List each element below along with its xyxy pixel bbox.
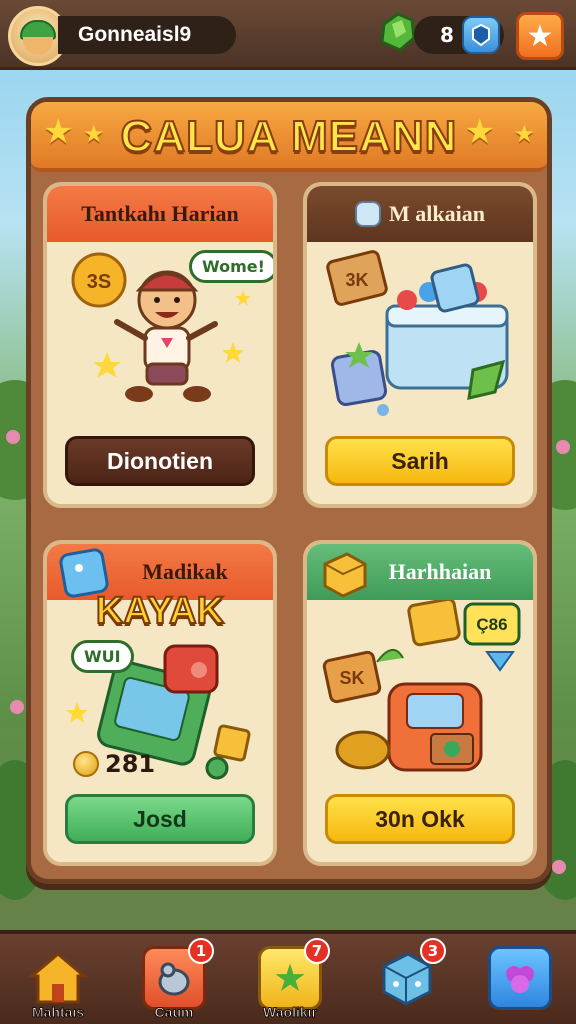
- daily-task-button[interactable]: Dionotien: [65, 436, 255, 486]
- svg-text:3K: 3K: [345, 270, 368, 290]
- player-name: Gonneaiѕl9: [78, 23, 192, 46]
- treasure-box-illustration: 3K: [307, 242, 533, 428]
- star-icon: ★: [464, 112, 495, 152]
- promo-button[interactable]: Josd: [65, 794, 255, 844]
- items-button[interactable]: Sarih: [325, 436, 515, 486]
- notification-badge: 3: [420, 938, 446, 964]
- main-panel: ★ ★ CALUA MEANN ★ ★ Tantkahı Harian 3S W…: [26, 97, 552, 884]
- star-icon: ★: [526, 18, 554, 54]
- card-header: Tantkahı Harian: [47, 186, 273, 242]
- speech-bubble: Wome!: [189, 250, 273, 283]
- svg-text:Ç86: Ç86: [476, 615, 507, 634]
- items-card[interactable]: M alkaian 3K Sarih: [303, 182, 537, 508]
- speech-bubble: WUI: [71, 640, 134, 673]
- svg-text:3S: 3S: [87, 271, 111, 293]
- gold-cube-icon: [323, 552, 367, 598]
- card-title: Tantkahı Harian: [81, 201, 239, 226]
- add-currency-button[interactable]: [462, 16, 500, 54]
- card-title: M alkaian: [389, 201, 485, 226]
- bottom-nav: Mahtaıs 1 Caum ★ 7 Waolikır 3: [0, 930, 576, 1024]
- notification-badge: 1: [188, 938, 214, 964]
- nav-label: Mahtaıs: [31, 1004, 85, 1021]
- rewards-button[interactable]: 30n Okk: [325, 794, 515, 844]
- nav-item-dice[interactable]: 3: [368, 938, 446, 1022]
- nav-label: Waolikır: [263, 1004, 318, 1021]
- svg-text:SK: SK: [339, 668, 364, 688]
- card-header: M alkaian: [307, 186, 533, 242]
- card-title: Madikak: [142, 559, 228, 584]
- star-icon: ★: [513, 120, 535, 148]
- notification-badge: 7: [304, 938, 330, 964]
- nav-label: Caum: [154, 1004, 194, 1021]
- nav-item-home[interactable]: Mahtaıs: [20, 944, 96, 1022]
- plus-gem-icon: [472, 23, 490, 47]
- currency-value: 8: [440, 23, 454, 47]
- machine-illustration: Ç86 SK: [307, 597, 533, 786]
- promo-card[interactable]: Madikak KAYAK WUI 281 Josd: [43, 540, 277, 866]
- nav-item-quests[interactable]: ★ 7 Waolikır: [252, 938, 330, 1022]
- green-gem-icon: [380, 12, 416, 52]
- sun-badge-icon: 3S: [71, 252, 127, 308]
- daily-task-card[interactable]: Tantkahı Harian 3S Wome! Dionotien: [43, 182, 277, 508]
- nav-item-shop[interactable]: [482, 944, 558, 1022]
- coin-icon: [73, 751, 99, 777]
- candy-icon: [488, 946, 552, 1010]
- ice-cube-icon: [355, 201, 382, 227]
- rewards-card[interactable]: Harhhaian Ç86 SK 30n Okk: [303, 540, 537, 866]
- character-illustration: 3S Wome!: [47, 242, 273, 428]
- house-icon: [26, 946, 90, 1010]
- coin-value: 281: [105, 750, 156, 778]
- promo-title: KAYAK: [95, 589, 225, 633]
- top-bar: Gonneaiѕl9 8 ★: [0, 0, 576, 70]
- nav-item-camp[interactable]: 1 Caum: [136, 938, 214, 1022]
- coin-counter: 281: [73, 750, 155, 778]
- card-title: Harhhaian: [388, 559, 492, 584]
- panel-header: ★ ★ CALUA MEANN ★ ★: [31, 102, 547, 172]
- favorites-button[interactable]: ★: [516, 12, 564, 60]
- player-name-pill[interactable]: Gonneaiѕl9: [58, 16, 236, 54]
